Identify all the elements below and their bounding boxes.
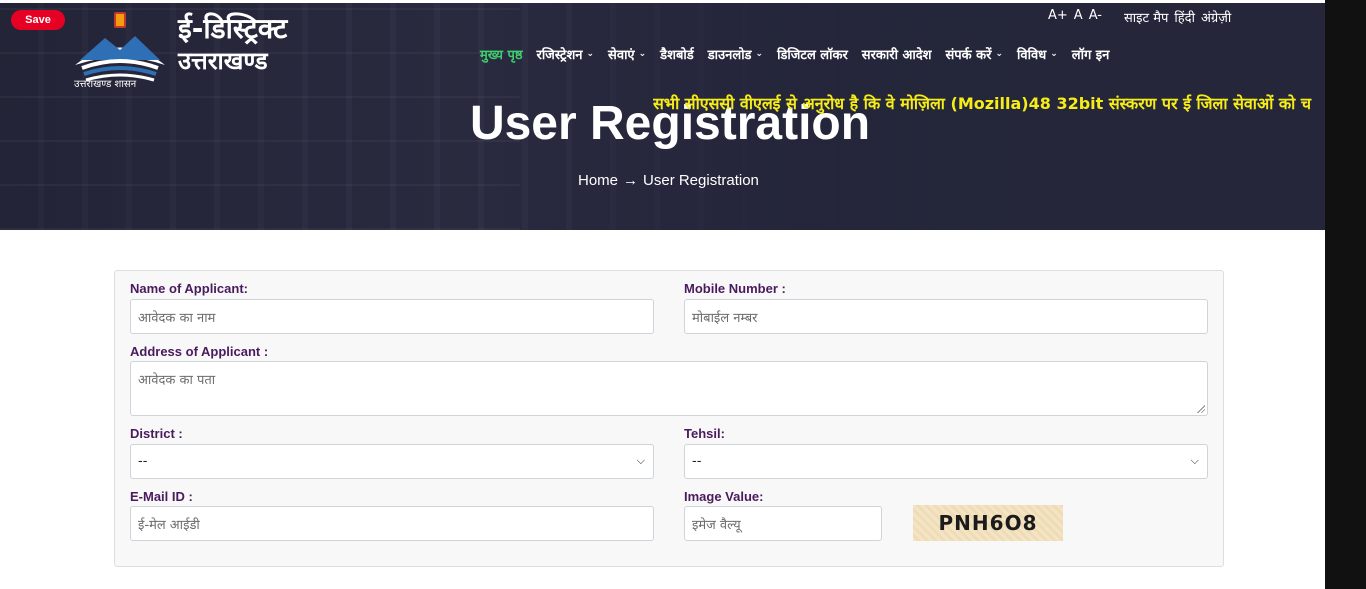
chevron-down-icon: ⌄ [1050, 49, 1058, 59]
applicant-name-input[interactable]: आवेदक का नाम [130, 299, 654, 334]
nav-item-misc[interactable]: विविध ⌄ [1017, 45, 1058, 63]
nav-item-services[interactable]: सेवाएं ⌄ [608, 45, 646, 63]
nav-item-login[interactable]: लॉग इन [1072, 45, 1110, 63]
tehsil-selected-value: -- [692, 454, 702, 469]
chevron-down-icon: ⌵ [1190, 454, 1199, 467]
nav-item-dashboard[interactable]: डैशबोर्ड [660, 45, 694, 63]
district-label: District : [130, 426, 183, 441]
font-decrease-link[interactable]: A- [1089, 8, 1102, 26]
district-select[interactable]: -- ⌵ [130, 444, 654, 479]
chevron-down-icon: ⌵ [636, 454, 645, 467]
mobile-label: Mobile Number : [684, 281, 786, 296]
chevron-down-icon: ⌄ [995, 49, 1004, 59]
top-bar [0, 0, 1325, 3]
chevron-down-icon: ⌄ [638, 49, 647, 59]
page: Save उत्तराखण्ड शासन ई-डिस्ट्रिक्ट उत्तर… [0, 0, 1366, 589]
email-label: E-Mail ID : [130, 489, 193, 504]
resize-handle-icon[interactable] [1197, 405, 1205, 413]
nav-item-contact[interactable]: संपर्क करें ⌄ [946, 45, 1004, 63]
english-language-link[interactable]: अंग्रेज़ी [1201, 8, 1231, 26]
nav-item-digital-locker[interactable]: डिजिटल लॉकर [777, 45, 848, 63]
utility-bar: A+ A A- साइट मैप हिंदी अंग्रेज़ी [1048, 8, 1231, 26]
pinterest-save-button[interactable]: Save [11, 10, 65, 30]
font-increase-link[interactable]: A+ [1048, 8, 1068, 26]
image-value-label: Image Value: [684, 489, 764, 504]
chevron-down-icon: ⌄ [586, 49, 595, 59]
chevron-down-icon: ⌄ [755, 49, 764, 59]
email-input[interactable]: ई-मेल आईडी [130, 506, 654, 541]
nav-item-govt-orders[interactable]: सरकारी आदेश [862, 45, 932, 63]
captcha-image: PNH6O8 [913, 505, 1063, 541]
breadcrumb-home-link[interactable]: Home [578, 172, 618, 189]
name-label: Name of Applicant: [130, 281, 248, 296]
tehsil-select[interactable]: -- ⌵ [684, 444, 1208, 479]
breadcrumb-current: User Registration [643, 172, 759, 189]
address-label: Address of Applicant : [130, 344, 269, 359]
logo-caption: उत्तराखण्ड शासन [74, 79, 137, 90]
nav-item-home[interactable]: मुख्य पृष्ठ [480, 45, 523, 63]
nav-item-registration[interactable]: रजिस्ट्रेशन ⌄ [537, 45, 595, 63]
brand-line-2: उत्तराखण्ड [178, 47, 268, 75]
nav-item-download[interactable]: डाउनलोड ⌄ [708, 45, 763, 63]
hindi-language-link[interactable]: हिंदी [1174, 8, 1195, 26]
mobile-number-input[interactable]: मोबाईल नम्बर [684, 299, 1208, 334]
tehsil-label: Tehsil: [684, 426, 725, 441]
font-reset-link[interactable]: A [1074, 8, 1083, 26]
window-edge [1325, 0, 1366, 589]
breadcrumb: Home → User Registration [578, 172, 759, 189]
announcement-marquee: सभी सीएससी वीएलई से अनुरोध है कि वे मोज़… [653, 94, 1312, 113]
captcha-input[interactable]: इमेज वैल्यू [684, 506, 882, 541]
address-textarea[interactable]: आवेदक का पता [130, 361, 1208, 416]
main-nav: मुख्य पृष्ठ रजिस्ट्रेशन ⌄ सेवाएं ⌄ डैशबोर्… [480, 45, 1109, 63]
arrow-right-icon: → [623, 172, 639, 189]
brand-title[interactable]: ई-डिस्ट्रिक्ट उत्तराखण्ड [178, 12, 287, 76]
sitemap-link[interactable]: साइट मैप [1124, 8, 1168, 26]
brand-line-1: ई-डिस्ट्रिक्ट [178, 12, 288, 45]
district-selected-value: -- [138, 454, 148, 469]
address-placeholder: आवेदक का पता [138, 373, 216, 388]
